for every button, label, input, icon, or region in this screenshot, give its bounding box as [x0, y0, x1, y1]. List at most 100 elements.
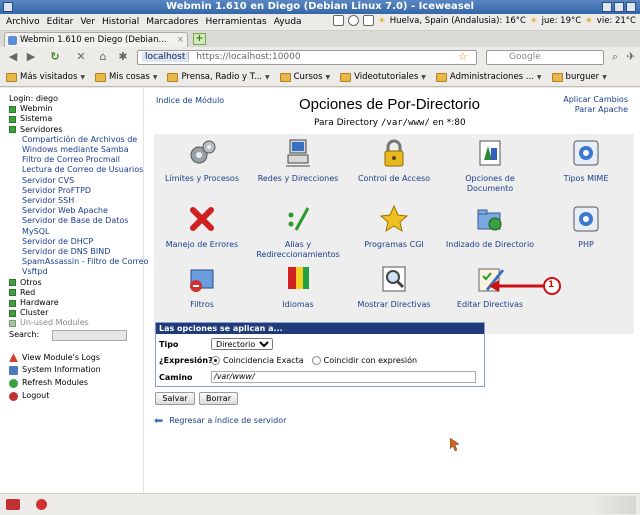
- window-menu-icon[interactable]: [3, 2, 13, 12]
- url-bar[interactable]: localhost https://localhost:10000: [137, 50, 477, 65]
- reload-icon[interactable]: ↻: [48, 50, 62, 64]
- addon-status-icon[interactable]: [6, 499, 20, 510]
- directory-indexing-item[interactable]: Indizado de Directorio: [442, 204, 538, 250]
- php-item[interactable]: PHP: [538, 204, 634, 250]
- tray-icon[interactable]: [333, 15, 345, 26]
- tab-webmin[interactable]: Webmin 1.610 en Diego (Debian... ×: [4, 32, 188, 47]
- menu-ver[interactable]: Ver: [80, 17, 95, 27]
- module-usermail[interactable]: Lectura de Correo de Usuarios: [9, 165, 143, 175]
- maximize-icon[interactable]: [614, 2, 624, 12]
- clock-icon[interactable]: [348, 15, 360, 26]
- category-hardware[interactable]: Hardware: [9, 298, 143, 308]
- settings-icon[interactable]: ✱: [116, 50, 130, 64]
- sun-icon: ☀: [378, 15, 386, 26]
- category-label: Hardware: [20, 298, 59, 308]
- apply-changes-link[interactable]: Aplicar Cambios: [563, 95, 628, 105]
- star-icon: [379, 204, 409, 234]
- type-select[interactable]: Directorio: [211, 338, 273, 350]
- search-icon[interactable]: ⌕: [608, 50, 622, 64]
- logout-icon: [9, 391, 18, 401]
- menu-marcadores[interactable]: Marcadores: [146, 17, 198, 27]
- menu-archivo[interactable]: Archivo: [6, 17, 40, 27]
- system-info-link[interactable]: System Information: [9, 365, 143, 376]
- bookmark-burguer[interactable]: burguer ▼: [551, 72, 607, 82]
- category-unused[interactable]: Un-used Modules: [9, 318, 143, 328]
- sidebar-search-input[interactable]: [52, 329, 128, 341]
- module-spamassassin[interactable]: SpamAssassin - Filtro de Correo: [9, 257, 148, 267]
- module-bind[interactable]: Servidor de DNS BIND: [9, 247, 143, 257]
- bookmark-administraciones[interactable]: Administraciones ... ▼: [435, 72, 542, 82]
- module-samba[interactable]: Compartición de Archivos de: [9, 135, 143, 145]
- menu-herramientas[interactable]: Herramientas: [205, 17, 266, 27]
- limits-processes-item[interactable]: Límites y Procesos: [154, 138, 250, 184]
- resize-grip[interactable]: [590, 496, 636, 514]
- module-apache[interactable]: Servidor Web Apache: [9, 206, 143, 216]
- module-proftpd[interactable]: Servidor ProFTPD: [9, 186, 143, 196]
- stop-icon[interactable]: ✕: [74, 50, 88, 64]
- bookmark-mis-cosas[interactable]: Mis cosas ▼: [95, 72, 157, 82]
- category-webmin[interactable]: Webmin: [9, 104, 143, 114]
- category-servidores[interactable]: Servidores: [9, 125, 143, 135]
- menu-historial[interactable]: Historial: [102, 17, 139, 27]
- document-options-item[interactable]: Opciones de Documento: [442, 138, 538, 193]
- access-control-item[interactable]: Control de Acceso: [346, 138, 442, 184]
- weather-current[interactable]: Huelva, Spain (Andalusia): 16°C: [390, 16, 526, 26]
- back-to-server-link[interactable]: ⬅ Regresar a índice de servidor: [154, 414, 286, 427]
- mime-types-item[interactable]: Tipos MIME: [538, 138, 634, 184]
- category-red[interactable]: Red: [9, 288, 143, 298]
- menu-ayuda[interactable]: Ayuda: [274, 17, 302, 27]
- minimize-icon[interactable]: [602, 2, 612, 12]
- cgi-programs-item[interactable]: Programas CGI: [346, 204, 442, 250]
- calendar-icon[interactable]: [363, 15, 375, 26]
- module-mysql[interactable]: Servidor de Base de Datos: [9, 216, 143, 226]
- bookmark-videotutoriales[interactable]: Videotutoriales ▼: [340, 72, 426, 82]
- refresh-modules-link[interactable]: Refresh Modules: [9, 378, 143, 388]
- aliases-redirects-item[interactable]: Alias y Redireccionamientos: [250, 204, 346, 259]
- forward-icon[interactable]: ▶: [24, 50, 38, 64]
- login-label: Login: diego: [9, 94, 59, 103]
- menu-editar[interactable]: Editar: [47, 17, 74, 27]
- networks-addresses-item[interactable]: Redes y Direcciones: [250, 138, 346, 184]
- module-dhcp[interactable]: Servidor de DHCP: [9, 237, 143, 247]
- filters-item[interactable]: Filtros: [154, 264, 250, 310]
- languages-item[interactable]: Idiomas: [250, 264, 346, 310]
- addon-icon[interactable]: ✈: [624, 50, 638, 64]
- new-tab-button[interactable]: +: [193, 33, 206, 45]
- url-host-badge[interactable]: localhost: [142, 52, 190, 62]
- category-sistema[interactable]: Sistema: [9, 114, 143, 124]
- module-mysql-cont[interactable]: MySQL: [9, 227, 143, 237]
- show-directives-item[interactable]: Mostrar Directivas: [346, 264, 442, 310]
- close-tab-icon[interactable]: ×: [177, 33, 184, 47]
- category-otros[interactable]: Otros: [9, 278, 143, 288]
- view-logs-link[interactable]: View Module's Logs: [9, 353, 143, 363]
- exact-match-radio[interactable]: [211, 355, 220, 365]
- module-cvs[interactable]: Servidor CVS: [9, 176, 143, 186]
- module-ssh[interactable]: Servidor SSH: [9, 196, 143, 206]
- error-handling-item[interactable]: Manejo de Errores: [154, 204, 250, 250]
- logout-link[interactable]: Logout: [9, 391, 143, 401]
- bookmark-mas-visitados[interactable]: Más visitados ▼: [6, 72, 85, 82]
- category-cluster[interactable]: Cluster: [9, 308, 143, 318]
- close-window-icon[interactable]: [626, 2, 636, 12]
- bookmark-cursos[interactable]: Cursos ▼: [279, 72, 330, 82]
- url-text[interactable]: https://localhost:10000: [196, 52, 300, 62]
- path-input[interactable]: /var/www/: [211, 371, 476, 383]
- module-samba-cont[interactable]: Windows mediante Samba: [9, 145, 143, 155]
- blocked-status-icon[interactable]: [36, 499, 47, 510]
- network-computer-icon: [283, 138, 313, 168]
- bookmark-prensa[interactable]: Prensa, Radio y T... ▼: [167, 72, 270, 82]
- save-button[interactable]: Salvar: [155, 392, 195, 405]
- bookmark-star-icon[interactable]: ☆: [456, 50, 470, 64]
- back-icon[interactable]: ◀: [6, 50, 20, 64]
- search-input[interactable]: Google: [486, 50, 604, 65]
- module-procmail[interactable]: Filtro de Correo Procmail: [9, 155, 143, 165]
- home-icon[interactable]: ⌂: [96, 50, 110, 64]
- module-vsftpd[interactable]: Vsftpd: [9, 267, 143, 277]
- regex-match-radio[interactable]: [311, 355, 321, 365]
- weather-thursday[interactable]: jue: 19°C: [542, 16, 582, 26]
- stop-apache-link[interactable]: Parar Apache: [563, 105, 628, 115]
- delete-button[interactable]: Borrar: [199, 392, 238, 405]
- weather-friday[interactable]: vie: 21°C: [597, 16, 636, 26]
- category-label: Otros: [20, 277, 42, 287]
- module-index-link[interactable]: Indice de Módulo: [156, 96, 224, 105]
